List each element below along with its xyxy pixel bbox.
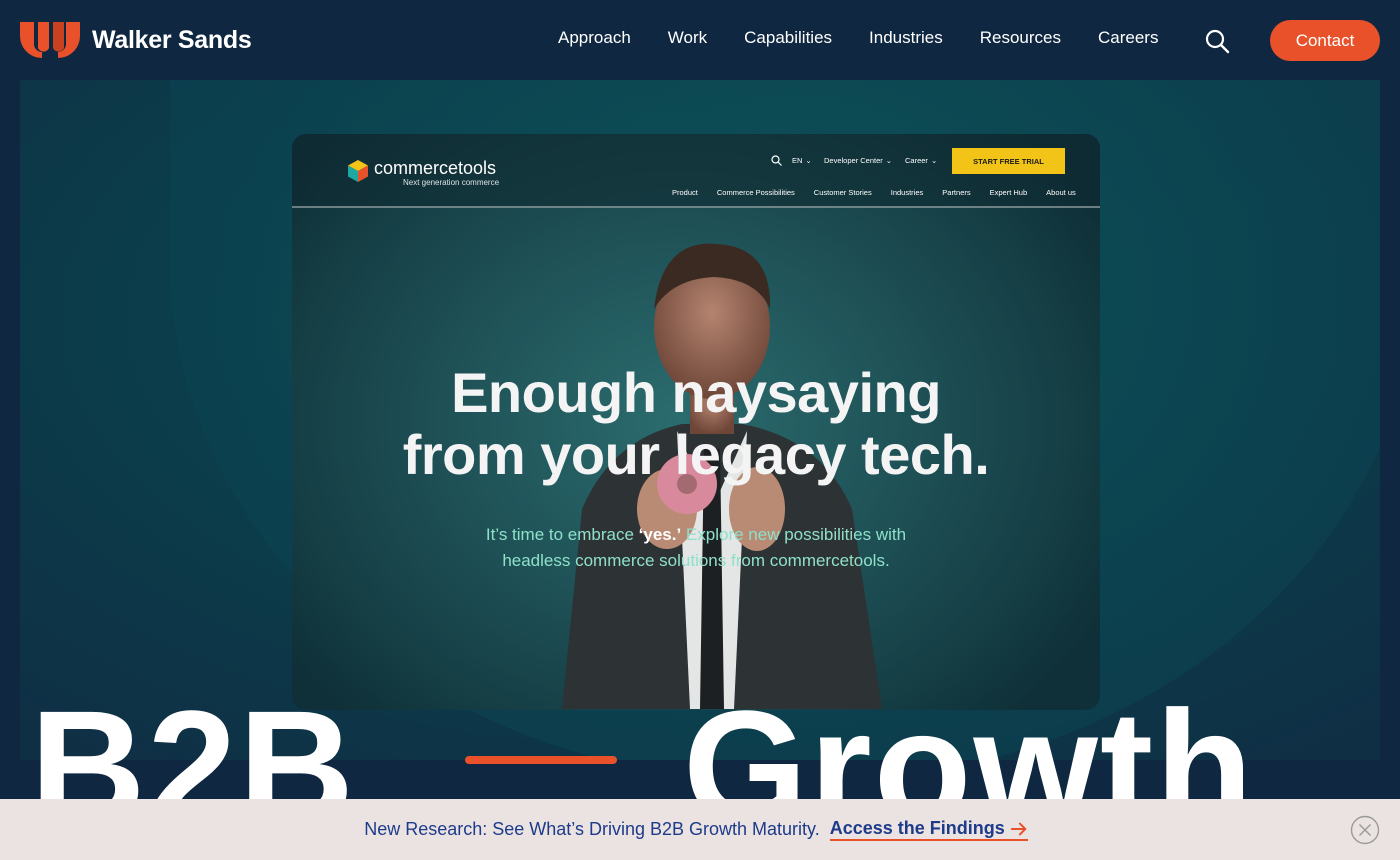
close-icon[interactable] (1350, 815, 1380, 845)
career-link[interactable]: Career ⌄ (905, 156, 937, 165)
screenshot-subheadline: It’s time to embrace ‘yes.’ Explore new … (292, 522, 1100, 574)
menu-industries[interactable]: Industries (891, 188, 924, 197)
walker-sands-logo[interactable]: Walker Sands (20, 22, 252, 58)
headline-dash (465, 756, 617, 764)
developer-center-label: Developer Center (824, 156, 883, 165)
commercetools-cube-icon (348, 160, 368, 182)
screenshot-search-icon[interactable] (771, 155, 782, 166)
language-label: EN (792, 156, 803, 165)
menu-expert-hub[interactable]: Expert Hub (990, 188, 1028, 197)
main-nav: Approach Work Capabilities Industries Re… (558, 28, 1195, 48)
headline-line-1: Enough naysaying (451, 361, 941, 424)
menu-commerce-possibilities[interactable]: Commerce Possibilities (717, 188, 795, 197)
nav-industries[interactable]: Industries (869, 28, 943, 48)
arrow-right-icon (1010, 822, 1027, 835)
headline-line-2: from your legacy tech. (402, 423, 990, 486)
nav-capabilities[interactable]: Capabilities (744, 28, 832, 48)
case-study-screenshot[interactable]: commercetools Next generation commerce E… (292, 134, 1100, 710)
screenshot-headline: Enough naysaying from your legacy tech. (292, 362, 1100, 486)
announcement-text: New Research: See What’s Driving B2B Gro… (364, 819, 820, 839)
menu-product[interactable]: Product (672, 188, 698, 197)
screenshot-navbar: commercetools Next generation commerce E… (292, 134, 1100, 208)
announcement-bar: New Research: See What’s Driving B2B Gro… (0, 799, 1400, 860)
developer-center-link[interactable]: Developer Center ⌄ (824, 156, 892, 165)
language-select[interactable]: EN ⌄ (792, 156, 812, 165)
subheadline-line-2: headless commerce solutions from commerc… (502, 551, 890, 570)
subheadline-pre: It’s time to embrace (485, 525, 639, 544)
contact-button[interactable]: Contact (1270, 20, 1380, 61)
chevron-down-icon: ⌄ (805, 156, 812, 165)
access-findings-label: Access the Findings (829, 818, 1005, 838)
hero-panel: commercetools Next generation commerce E… (20, 80, 1380, 760)
walker-sands-logo-icon (20, 22, 80, 58)
nav-careers[interactable]: Careers (1098, 28, 1158, 48)
commercetools-tagline: Next generation commerce (403, 178, 500, 187)
access-findings-link[interactable]: Access the Findings (829, 818, 1028, 841)
screenshot-menu: Product Commerce Possibilities Customer … (672, 188, 1095, 197)
start-free-trial-button[interactable]: START FREE TRIAL (952, 148, 1065, 174)
menu-partners[interactable]: Partners (942, 188, 970, 197)
site-header: Walker Sands Approach Work Capabilities … (0, 0, 1400, 80)
subheadline-line-1: It’s time to embrace ‘yes.’ Explore new … (292, 522, 1100, 548)
career-label: Career (905, 156, 928, 165)
logo-text: Walker Sands (92, 25, 252, 54)
chevron-down-icon: ⌄ (930, 156, 938, 165)
chevron-down-icon: ⌄ (885, 156, 893, 165)
subheadline-bold: ‘yes.’ (638, 525, 682, 544)
commercetools-brand: commercetools (374, 158, 497, 178)
subheadline-post: Explore new possibilities with (681, 525, 907, 544)
menu-customer-stories[interactable]: Customer Stories (814, 188, 872, 197)
menu-about-us[interactable]: About us (1046, 188, 1076, 197)
nav-resources[interactable]: Resources (980, 28, 1061, 48)
nav-approach[interactable]: Approach (558, 28, 631, 48)
search-icon[interactable] (1204, 28, 1230, 54)
nav-work[interactable]: Work (668, 28, 707, 48)
